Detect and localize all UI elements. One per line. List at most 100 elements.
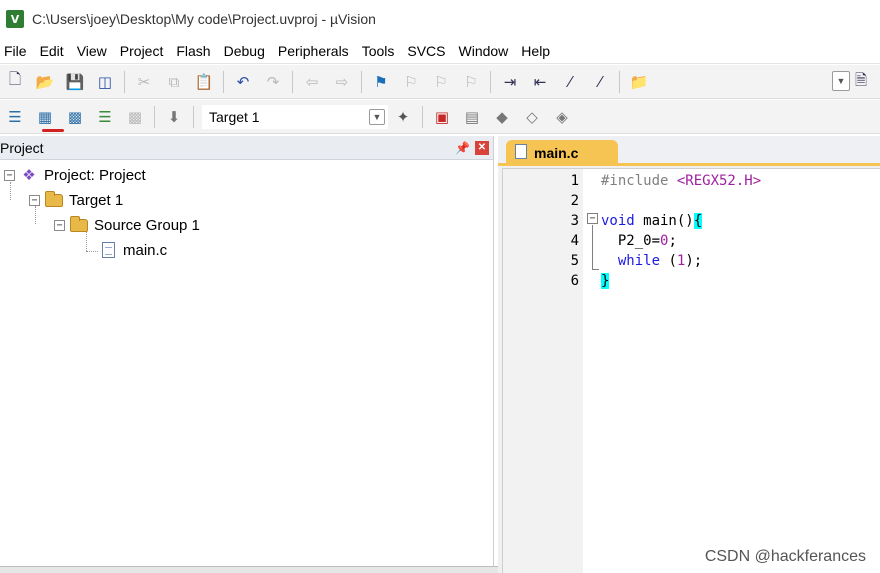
save-all-icon[interactable]: ◫ (92, 70, 118, 94)
fold-toggle-icon[interactable]: − (587, 213, 598, 224)
clear-bookmarks-icon[interactable]: ⚐ (458, 70, 484, 94)
pin-icon[interactable]: 📌 (455, 141, 470, 155)
indent-icon[interactable]: ⇥ (497, 70, 523, 94)
cut-icon[interactable]: ✂ (131, 70, 157, 94)
red-underline-annotation (42, 129, 64, 132)
tree-item-target[interactable]: − Target 1 (29, 189, 123, 211)
menu-flash[interactable]: Flash (171, 43, 218, 59)
tab-label: main.c (534, 145, 579, 161)
line-number: 4 (570, 233, 579, 249)
preprocessor-token: #include (601, 173, 677, 189)
code-line: while (1); (601, 251, 702, 271)
target-select[interactable]: Target 1 ▼ (202, 104, 388, 129)
tab-main-c[interactable]: main.c (506, 140, 618, 166)
keyword-token: void (601, 213, 635, 229)
collapse-icon[interactable]: − (4, 169, 15, 181)
find-in-files-icon[interactable]: 📁 (626, 70, 652, 94)
paste-icon[interactable]: 📋 (191, 70, 217, 94)
navigate-forward-icon[interactable]: ⇨ (329, 70, 355, 94)
bookmark-icon[interactable]: ⚑ (368, 70, 394, 94)
toolbar-separator (490, 70, 491, 93)
open-folder-icon[interactable]: 📂 (32, 70, 58, 94)
menu-bar: File Edit View Project Flash Debug Perip… (0, 38, 880, 64)
tree-line (86, 251, 98, 252)
redo-icon[interactable]: ↷ (260, 70, 286, 94)
editor-tab-strip: main.c (498, 136, 880, 166)
menu-file[interactable]: File (0, 43, 35, 59)
toolbar-separator (292, 70, 293, 93)
toolbar-separator (619, 70, 620, 93)
keyword-token: while (617, 253, 661, 269)
batch-build-icon[interactable]: ☰ (92, 105, 118, 129)
comment-icon[interactable]: ⁄ (557, 70, 583, 94)
code-editor[interactable]: 1 2 3 4 5 6 − #include <REGX52.H> void m… (502, 168, 880, 573)
find-icon[interactable]: 🗎 (848, 70, 874, 94)
tree-item-source-group[interactable]: − Source Group 1 (54, 214, 200, 236)
close-icon[interactable]: ✕ (475, 140, 489, 155)
copy-icon[interactable]: ⧉ (161, 70, 187, 94)
menu-help[interactable]: Help (516, 43, 558, 59)
menu-view[interactable]: View (72, 43, 115, 59)
pack-installer-icon[interactable]: ◈ (549, 105, 575, 129)
brace-highlight: { (693, 213, 703, 229)
unindent-icon[interactable]: ⇤ (527, 70, 553, 94)
manage-project-items-icon[interactable]: ▤ (459, 105, 485, 129)
project-panel-header: Project 📌 ✕ (0, 136, 493, 160)
file-extensions-icon[interactable]: ▣ (429, 105, 455, 129)
rebuild-icon[interactable]: ▩ (62, 105, 88, 129)
tree-item-file[interactable]: main.c (98, 239, 167, 261)
save-icon[interactable]: 💾 (62, 70, 88, 94)
collapse-icon[interactable]: − (29, 194, 40, 206)
select-packs-icon[interactable]: ◆ (489, 105, 515, 129)
target-select-value: Target 1 (209, 108, 260, 125)
menu-debug[interactable]: Debug (219, 43, 273, 59)
fold-line (592, 225, 593, 269)
line-number: 1 (570, 173, 579, 189)
menu-svcs[interactable]: SVCS (402, 43, 453, 59)
undo-icon[interactable]: ↶ (230, 70, 256, 94)
collapse-icon[interactable]: − (54, 219, 65, 231)
toolbar-separator (124, 70, 125, 93)
menu-peripherals[interactable]: Peripherals (273, 43, 357, 59)
navigate-back-icon[interactable]: ⇦ (299, 70, 325, 94)
stop-build-icon[interactable]: ▩ (122, 105, 148, 129)
panel-tabs-strip (0, 566, 500, 573)
file-icon (515, 144, 527, 159)
build-icon[interactable]: ▦ (32, 105, 58, 129)
watermark-text: CSDN @hackferances (704, 548, 866, 565)
line-number: 5 (570, 253, 579, 269)
fold-line-end (592, 269, 599, 270)
prev-bookmark-icon[interactable]: ⚐ (398, 70, 424, 94)
code-token: P2_0= (601, 233, 661, 249)
brace-highlight: } (601, 273, 610, 289)
tree-item-label: main.c (123, 241, 168, 259)
tree-item-label: Source Group 1 (94, 216, 200, 234)
code-token: ( (660, 253, 677, 269)
target-options-wand-icon[interactable]: ✦ (390, 105, 416, 129)
next-bookmark-icon[interactable]: ⚐ (428, 70, 454, 94)
tree-item-label: Target 1 (69, 191, 124, 209)
manage-run-time-icon[interactable]: ◇ (519, 105, 545, 129)
translate-icon[interactable]: ☰ (2, 105, 28, 129)
menu-project[interactable]: Project (115, 43, 172, 59)
line-number: 2 (570, 193, 579, 209)
toolbar-separator (361, 70, 362, 93)
new-file-icon[interactable]: 🗋 (2, 70, 28, 94)
download-load-icon[interactable]: ⬇ (161, 105, 187, 129)
menu-window[interactable]: Window (454, 43, 517, 59)
line-number: 3 (570, 213, 579, 229)
c-file-icon (98, 241, 118, 259)
code-token: ); (685, 253, 703, 269)
menu-tools[interactable]: Tools (357, 43, 403, 59)
chevron-down-icon[interactable]: ▼ (369, 108, 385, 125)
menu-edit[interactable]: Edit (35, 43, 72, 59)
title-bar: V C:\Users\joey\Desktop\My code\Project.… (0, 0, 880, 38)
folder-icon (69, 215, 89, 234)
code-line: P2_0=0; (601, 231, 677, 251)
code-token: main() (634, 213, 694, 229)
tree-item-project[interactable]: − ❖ Project: Project (4, 164, 146, 186)
build-toolbar: ☰ ▦ ▩ ☰ ▩ ⬇ Target 1 ▼ ✦ ▣ ▤ ◆ ◇ ◈ (0, 100, 880, 134)
panel-controls: 📌 ✕ (455, 140, 489, 155)
project-icon: ❖ (22, 166, 36, 184)
uncomment-icon[interactable]: ⁄ (587, 70, 613, 94)
